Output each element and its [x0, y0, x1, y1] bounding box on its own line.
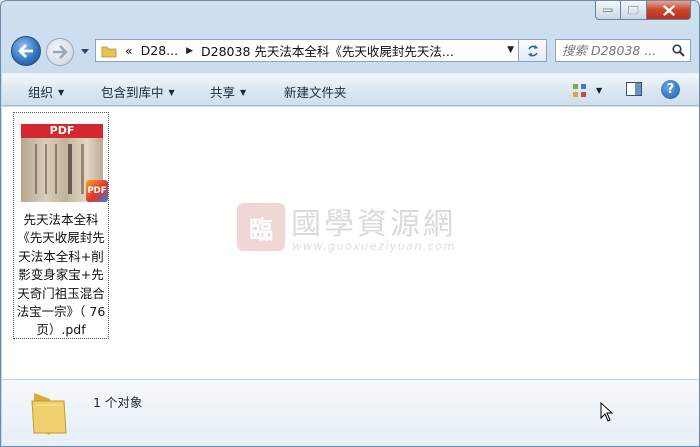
mouse-cursor-icon — [600, 402, 614, 422]
address-overflow[interactable]: « — [125, 43, 133, 58]
organize-menu[interactable]: 组织 ▼ — [28, 82, 64, 101]
watermark-seal: 臨 — [237, 203, 285, 251]
chevron-down-icon: ▼ — [58, 88, 65, 97]
chevron-down-icon: ▼ — [596, 86, 603, 95]
address-bar[interactable]: « D28... ▶ D28038 先天法本全科《先天收屍封先天法... ▼ — [95, 39, 519, 62]
change-view-button[interactable]: ▼ — [572, 82, 604, 99]
watermark: 臨 國學資源網 www.guoxueziyuan.com — [237, 199, 497, 259]
details-pane: 1 个对象 — [2, 379, 699, 446]
watermark-url: www.guoxueziyuan.com — [292, 239, 456, 253]
search-icon — [672, 44, 685, 57]
file-list-area[interactable]: 臨 國學資源網 www.guoxueziyuan.com PDF PDF 先天法… — [2, 107, 699, 379]
history-dropdown-icon[interactable] — [80, 46, 90, 56]
pdf-thumb-label: PDF — [21, 124, 103, 138]
include-in-library-label: 包含到库中 — [101, 85, 164, 100]
folder-icon — [101, 46, 117, 57]
new-folder-button[interactable]: 新建文件夹 — [284, 82, 347, 101]
refresh-button[interactable] — [519, 39, 547, 62]
maximize-icon — [628, 5, 639, 15]
chevron-down-icon: ▼ — [240, 88, 247, 97]
preview-pane-icon[interactable] — [626, 82, 642, 97]
chevron-right-icon[interactable]: ▶ — [186, 46, 193, 56]
chevron-down-icon: ▼ — [168, 88, 175, 97]
arrow-left-icon — [18, 44, 33, 58]
close-button[interactable] — [647, 1, 691, 20]
file-name-label: 先天法本全科《先天收屍封先天法本全科+削影变身家宝+先天奇门祖玉混合法宝一宗》（… — [16, 212, 106, 338]
help-icon: ? — [666, 82, 675, 97]
navigation-bar: « D28... ▶ D28038 先天法本全科《先天收屍封先天法... ▼ — [1, 35, 699, 67]
folder-icon — [31, 393, 67, 435]
minimize-icon — [603, 8, 613, 12]
refresh-icon — [527, 44, 538, 57]
view-options-icon — [573, 84, 586, 97]
include-in-library-menu[interactable]: 包含到库中 ▼ — [101, 82, 175, 101]
file-item-pdf[interactable]: PDF PDF 先天法本全科《先天收屍封先天法本全科+削影变身家宝+先天奇门祖玉… — [13, 112, 109, 339]
share-menu[interactable]: 共享 ▼ — [210, 82, 246, 101]
address-segment-current[interactable]: D28038 先天法本全科《先天收屍封先天法... — [201, 41, 454, 60]
help-button[interactable]: ? — [661, 80, 680, 99]
new-folder-label: 新建文件夹 — [284, 85, 347, 100]
organize-label: 组织 — [28, 85, 54, 100]
minimize-button[interactable] — [595, 1, 621, 20]
watermark-title: 國學資源網 — [291, 207, 456, 242]
item-count: 1 个对象 — [93, 395, 143, 410]
pdf-thumbnail: PDF PDF — [21, 124, 108, 202]
command-bar: 组织 ▼ 包含到库中 ▼ 共享 ▼ 新建文件夹 ▼ ? — [2, 73, 699, 106]
maximize-button[interactable] — [621, 1, 647, 20]
chevron-down-icon[interactable]: ▼ — [507, 45, 514, 55]
search-input[interactable] — [562, 43, 672, 58]
explorer-window: « D28... ▶ D28038 先天法本全科《先天收屍封先天法... ▼ 组… — [0, 0, 700, 447]
back-button[interactable] — [11, 36, 41, 66]
address-segment-parent[interactable]: D28... — [141, 43, 178, 58]
share-label: 共享 — [210, 85, 236, 100]
forward-button[interactable] — [46, 38, 74, 66]
close-icon — [662, 4, 675, 16]
search-box[interactable] — [555, 39, 691, 62]
arrow-right-icon — [53, 45, 68, 59]
caption-buttons — [595, 1, 691, 20]
pdf-badge-icon: PDF — [86, 180, 108, 202]
